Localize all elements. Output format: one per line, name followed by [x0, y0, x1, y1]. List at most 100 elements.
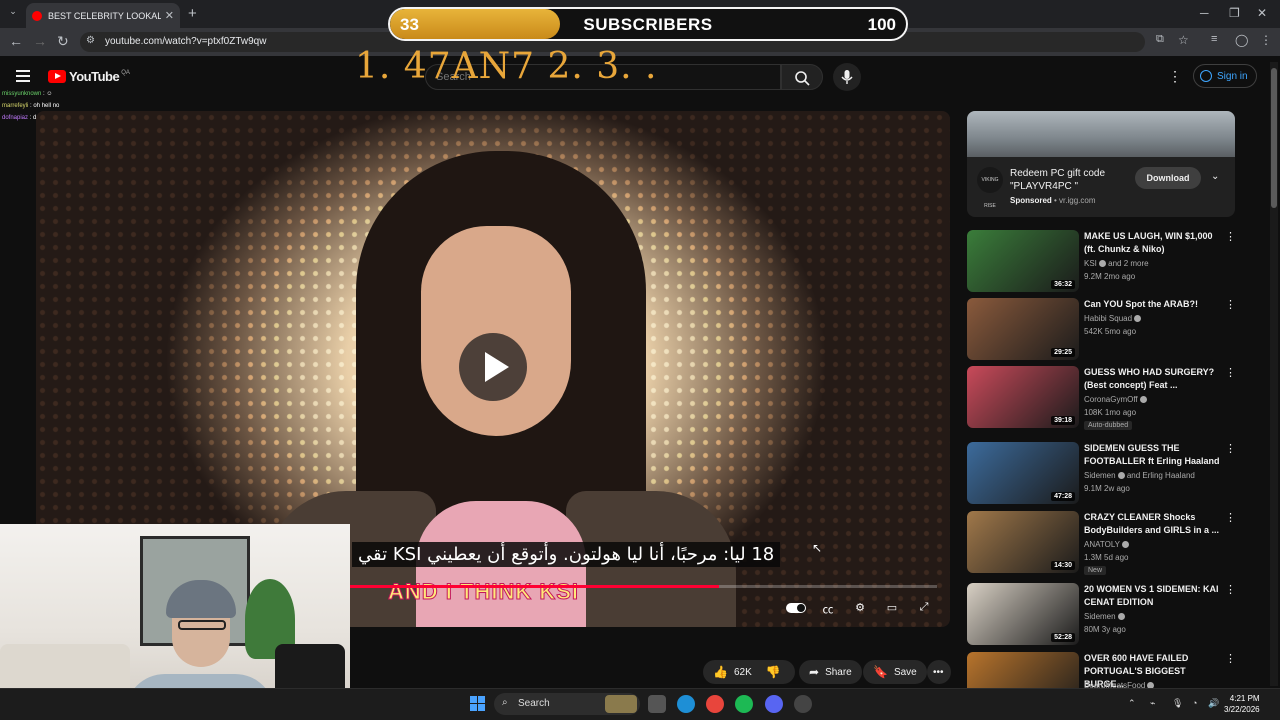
- captions-icon[interactable]: ㏄: [818, 601, 838, 617]
- browser-menu-icon[interactable]: ⋮: [1260, 33, 1272, 47]
- video-thumbnail[interactable]: 39:18: [967, 366, 1079, 428]
- video-thumbnail[interactable]: 29:25: [967, 298, 1079, 360]
- tab-close-icon[interactable]: ✕: [165, 9, 174, 22]
- more-vertical-icon[interactable]: ⋮: [1225, 583, 1236, 596]
- video-thumbnail[interactable]: 52:28: [967, 583, 1079, 645]
- microphone-icon: [841, 70, 853, 84]
- recommended-video[interactable]: 14:30 CRAZY CLEANER Shocks BodyBuilders a…: [967, 511, 1239, 575]
- dislike-icon[interactable]: 👎: [766, 665, 781, 679]
- channel-name[interactable]: Habibi Squad: [1084, 314, 1142, 323]
- like-dislike-group[interactable]: 👍 62K 👎: [703, 660, 795, 684]
- forward-icon[interactable]: →: [33, 33, 47, 49]
- video-stats: 9.1M 2w ago: [1084, 484, 1130, 493]
- webcam-glasses: [178, 620, 226, 630]
- network-icon[interactable]: ⌁: [1150, 698, 1155, 709]
- edge-icon[interactable]: [677, 695, 695, 713]
- video-thumbnail[interactable]: 36:32: [967, 230, 1079, 292]
- more-vertical-icon[interactable]: ⋮: [1225, 298, 1236, 311]
- recommended-video[interactable]: 29:25 Can YOU Spot the ARAB?! Habibi Squad…: [967, 298, 1239, 362]
- share-button[interactable]: ➦ Share: [799, 660, 862, 684]
- more-horizontal-icon: •••: [933, 666, 944, 678]
- channel-label: Sidemen: [1084, 471, 1116, 480]
- like-icon[interactable]: 👍: [713, 665, 728, 679]
- fullscreen-icon[interactable]: ⤢: [914, 601, 934, 617]
- video-badge: New: [1084, 566, 1107, 575]
- windows-start-icon[interactable]: [470, 696, 485, 711]
- ad-download-button[interactable]: Download: [1135, 167, 1201, 189]
- video-title[interactable]: SIDEMEN GUESS THE FOOTBALLER ft Erling H…: [1084, 442, 1224, 468]
- autoplay-toggle[interactable]: [786, 603, 806, 613]
- video-title[interactable]: Can YOU Spot the ARAB?!: [1084, 298, 1224, 311]
- video-thumbnail[interactable]: 47:28: [967, 442, 1079, 504]
- big-play-button[interactable]: [459, 333, 527, 401]
- file-explorer-icon[interactable]: [648, 695, 666, 713]
- media-control-icon[interactable]: ≡: [1211, 33, 1217, 45]
- bookmark-star-icon[interactable]: ☆: [1178, 33, 1189, 47]
- channel-name[interactable]: CoronaGymOff: [1084, 395, 1147, 404]
- tab-search-icon[interactable]: ⌄: [6, 6, 20, 20]
- site-info-icon[interactable]: ⚙: [86, 35, 95, 46]
- video-thumbnail[interactable]: 14:30: [967, 511, 1079, 573]
- sign-in-button[interactable]: Sign in: [1193, 64, 1257, 88]
- new-tab-button[interactable]: +: [188, 5, 197, 22]
- channel-name[interactable]: ANATOLY: [1084, 540, 1130, 549]
- video-title[interactable]: 20 WOMEN VS 1 SIDEMEN: KAI CENAT EDITION: [1084, 583, 1224, 609]
- channel-label: Sidemen: [1084, 612, 1116, 621]
- profile-icon[interactable]: ◯: [1235, 33, 1248, 47]
- channel-name[interactable]: Sidemen and Erling Haaland: [1084, 471, 1195, 480]
- stream-overlay-text: 1. 47AN7 2. 3. .: [355, 46, 658, 87]
- subscriber-count: 33: [400, 15, 419, 34]
- settings-more-icon[interactable]: ⋮: [1168, 68, 1182, 85]
- ad-title[interactable]: Redeem PC gift code "PLAYVR4PC ": [1010, 167, 1120, 193]
- recommended-video[interactable]: 52:28 20 WOMEN VS 1 SIDEMEN: KAI CENAT ED…: [967, 583, 1239, 647]
- video-duration: 39:18: [1051, 416, 1075, 425]
- more-vertical-icon[interactable]: ⋮: [1225, 652, 1236, 665]
- reload-icon[interactable]: ↻: [57, 33, 69, 50]
- verified-icon: [1098, 260, 1106, 268]
- channel-name[interactable]: Sidemen: [1084, 612, 1125, 621]
- video-progress-bar[interactable]: [349, 585, 937, 588]
- channel-name[interactable]: KSI and 2 more: [1084, 259, 1149, 268]
- volume-icon[interactable]: 🔊: [1208, 698, 1219, 709]
- recommended-video[interactable]: 36:32 MAKE US LAUGH, WIN $1,000 (ft. Chun…: [967, 230, 1239, 294]
- close-window-icon[interactable]: ✕: [1257, 6, 1267, 20]
- page-scrollbar[interactable]: [1270, 62, 1278, 686]
- theater-mode-icon[interactable]: ▭: [882, 601, 902, 617]
- more-actions-button[interactable]: •••: [927, 660, 951, 684]
- search-button[interactable]: [781, 64, 823, 90]
- chevron-down-icon[interactable]: ⌄: [1211, 171, 1219, 182]
- recommended-video[interactable]: 39:18 GUESS WHO HAD SURGERY? (Best concep…: [967, 366, 1239, 430]
- channel-extra: and Erling Haaland: [1126, 471, 1195, 480]
- discord-icon[interactable]: [765, 695, 783, 713]
- chrome-icon[interactable]: [706, 695, 724, 713]
- more-vertical-icon[interactable]: ⋮: [1225, 366, 1236, 379]
- microphone-tray-icon[interactable]: 🎙: [1172, 698, 1183, 709]
- recommended-video[interactable]: 47:28 SIDEMEN GUESS THE FOOTBALLER ft Erl…: [967, 442, 1239, 506]
- scrollbar-thumb[interactable]: [1271, 68, 1277, 208]
- save-button[interactable]: 🔖 Save: [863, 660, 927, 684]
- chat-user: missyunknown: [2, 91, 42, 97]
- url-text[interactable]: youtube.com/watch?v=ptxf0ZTw9qw: [105, 36, 266, 47]
- browser-tab-active[interactable]: BEST CELEBRITY LOOKALIKE WI ✕: [26, 3, 180, 28]
- more-vertical-icon[interactable]: ⋮: [1225, 230, 1236, 243]
- guide-menu-icon[interactable]: [16, 70, 30, 82]
- more-vertical-icon[interactable]: ⋮: [1225, 442, 1236, 455]
- tray-overflow-icon[interactable]: ⌃: [1128, 698, 1136, 709]
- sponsored-ad[interactable]: VIKING RISE Redeem PC gift code "PLAYVR4…: [967, 111, 1235, 217]
- video-title[interactable]: MAKE US LAUGH, WIN $1,000 (ft. Chunkz & …: [1084, 230, 1224, 256]
- video-title[interactable]: CRAZY CLEANER Shocks BodyBuilders and GI…: [1084, 511, 1224, 537]
- spotify-icon[interactable]: [735, 695, 753, 713]
- youtube-logo[interactable]: YouTube QA: [48, 69, 130, 84]
- maximize-icon[interactable]: ❐: [1229, 6, 1240, 20]
- wifi-icon[interactable]: ◔: [1192, 698, 1197, 708]
- widgets-icon[interactable]: [605, 695, 637, 713]
- install-app-icon[interactable]: ⧉: [1156, 33, 1164, 46]
- system-clock[interactable]: 4:21 PM 3/22/2026: [1224, 693, 1260, 715]
- voice-search-button[interactable]: [833, 63, 861, 91]
- obs-icon[interactable]: [794, 695, 812, 713]
- settings-gear-icon[interactable]: ⚙: [850, 601, 870, 617]
- video-title[interactable]: GUESS WHO HAD SURGERY? (Best concept) Fe…: [1084, 366, 1224, 392]
- back-icon[interactable]: ←: [9, 33, 23, 49]
- more-vertical-icon[interactable]: ⋮: [1225, 511, 1236, 524]
- minimize-icon[interactable]: ─: [1200, 6, 1209, 20]
